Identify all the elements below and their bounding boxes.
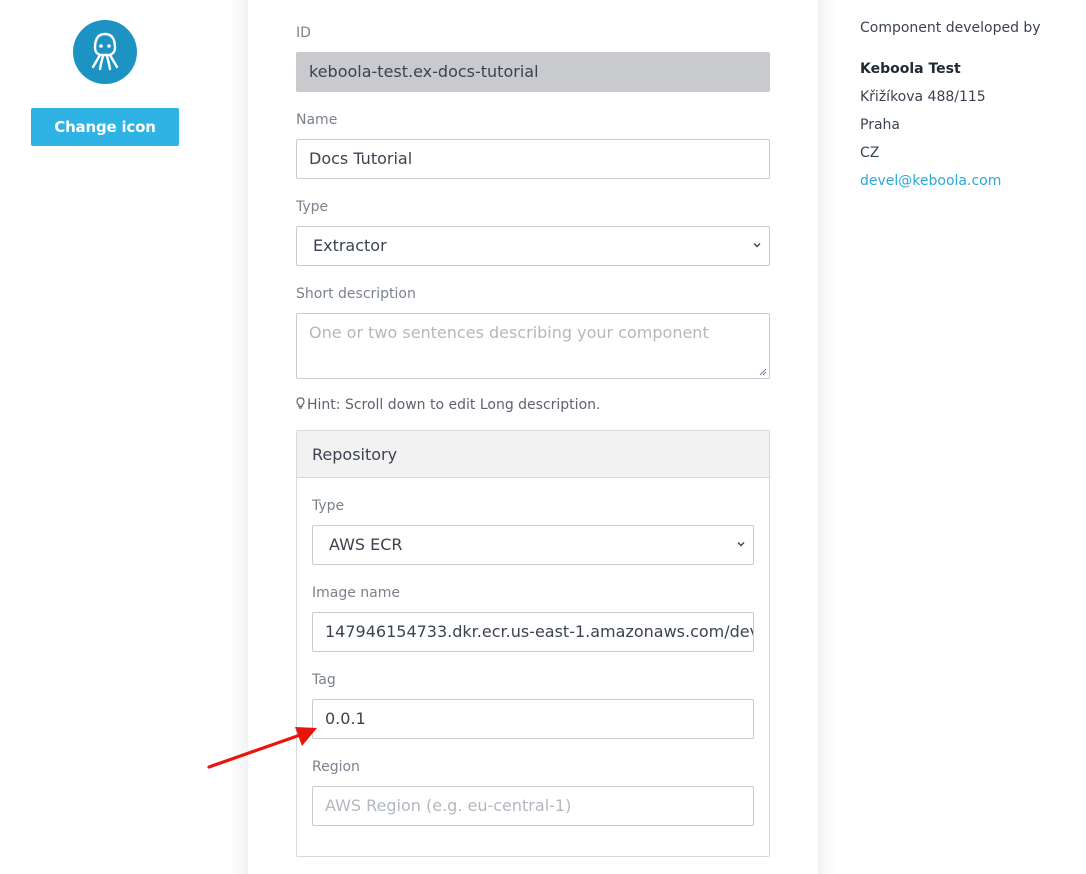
chevron-down-icon bbox=[737, 542, 745, 547]
tag-label: Tag bbox=[312, 672, 336, 688]
change-icon-button[interactable]: Change icon bbox=[31, 108, 179, 146]
chevron-down-icon bbox=[753, 243, 761, 248]
lightbulb-icon bbox=[296, 397, 305, 409]
developer-name: Keboola Test bbox=[860, 61, 961, 77]
id-label: ID bbox=[296, 25, 311, 41]
short-description-label: Short description bbox=[296, 286, 416, 302]
hint: Hint: Scroll down to edit Long descripti… bbox=[296, 397, 600, 413]
short-description-placeholder: One or two sentences describing your com… bbox=[309, 323, 709, 342]
short-description-textarea[interactable]: One or two sentences describing your com… bbox=[296, 313, 770, 379]
name-label: Name bbox=[296, 112, 338, 128]
tag-input[interactable]: 0.0.1 bbox=[312, 699, 754, 739]
octopus-logo-icon bbox=[73, 20, 137, 84]
developer-email-link[interactable]: devel@keboola.com bbox=[860, 173, 1001, 189]
hint-text: Hint: Scroll down to edit Long descripti… bbox=[307, 397, 601, 413]
region-placeholder: AWS Region (e.g. eu-central-1) bbox=[325, 796, 572, 815]
repo-type-label: Type bbox=[312, 498, 345, 514]
repo-type-select[interactable]: AWS ECR bbox=[312, 525, 754, 565]
developer-street: Křižíkova 488/115 bbox=[860, 89, 986, 105]
id-field: keboola-test.ex-docs-tutorial bbox=[296, 52, 770, 92]
type-select[interactable]: Extractor bbox=[296, 226, 770, 266]
repo-type-select-value: AWS ECR bbox=[329, 535, 403, 554]
right-shadow bbox=[818, 0, 836, 874]
image-name-label: Image name bbox=[312, 585, 400, 601]
repository-title: Repository bbox=[312, 445, 398, 464]
name-input[interactable]: Docs Tutorial bbox=[296, 139, 770, 179]
annotation-arrow-icon bbox=[207, 727, 317, 769]
repository-panel-header: Repository bbox=[297, 431, 769, 478]
type-select-value: Extractor bbox=[313, 236, 387, 255]
developer-country: CZ bbox=[860, 145, 880, 161]
developer-city: Praha bbox=[860, 117, 900, 133]
resize-grip-icon[interactable] bbox=[759, 368, 767, 376]
region-input[interactable]: AWS Region (e.g. eu-central-1) bbox=[312, 786, 754, 826]
type-label: Type bbox=[296, 199, 329, 215]
image-name-input[interactable]: 147946154733.dkr.ecr.us-east-1.amazonaws… bbox=[312, 612, 754, 652]
developer-heading: Component developed by bbox=[860, 20, 1041, 36]
